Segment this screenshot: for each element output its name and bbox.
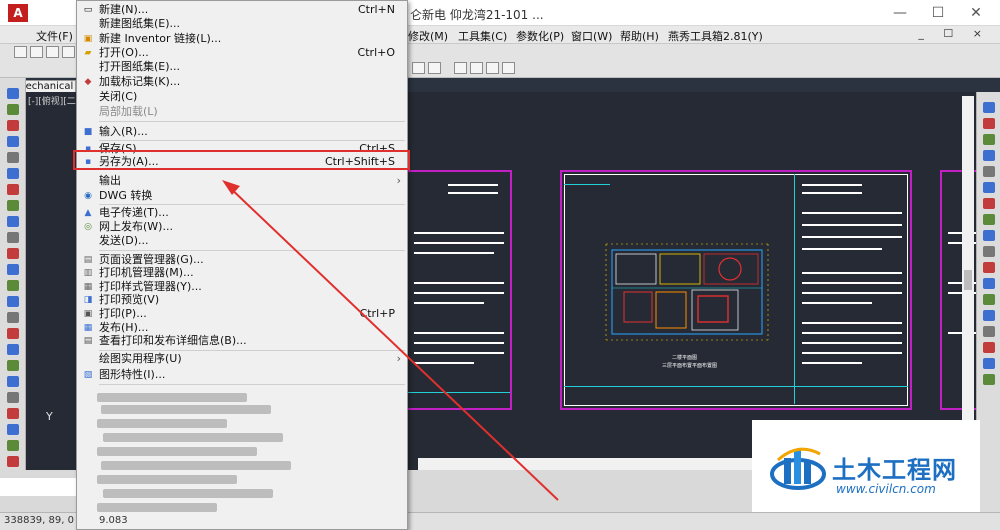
- civilcn-logo-icon: [770, 447, 826, 490]
- watermark-title: 土木工程网: [832, 456, 957, 484]
- watermark-url: www.civilcn.com: [836, 482, 936, 496]
